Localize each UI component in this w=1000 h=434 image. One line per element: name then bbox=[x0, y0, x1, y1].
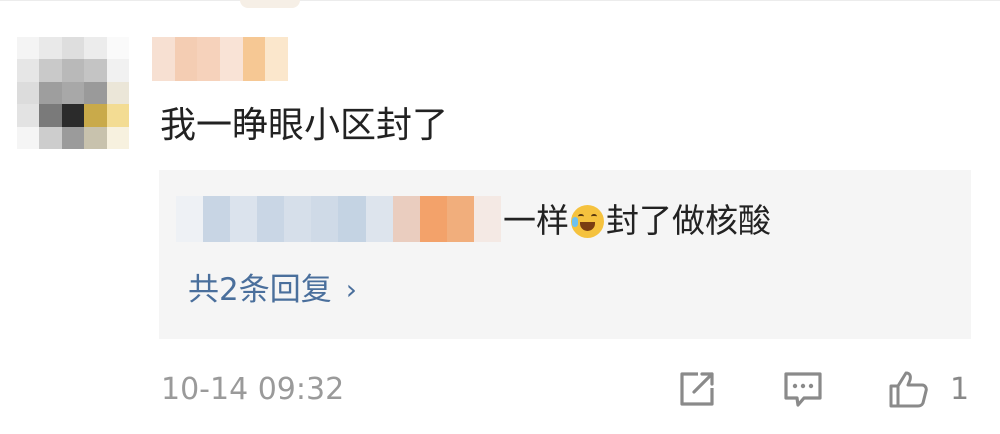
reply-text-part1: 一样 bbox=[503, 201, 569, 240]
laughing-crying-emoji-icon bbox=[571, 204, 604, 238]
top-divider bbox=[0, 0, 1000, 1]
username-blurred[interactable] bbox=[152, 37, 289, 81]
comment-text: 我一睁眼小区封了 bbox=[160, 105, 449, 146]
previous-item-edge bbox=[240, 0, 300, 8]
reply-text-part2: 封了做核酸 bbox=[606, 201, 771, 240]
view-replies-link[interactable]: 共2条回复 › bbox=[188, 267, 357, 313]
avatar[interactable] bbox=[17, 37, 129, 149]
chevron-right-icon: › bbox=[345, 273, 357, 306]
view-replies-label: 共2条回复 bbox=[188, 272, 332, 308]
reply-text: 一样 封了做核酸 bbox=[503, 196, 771, 246]
like-icon[interactable] bbox=[886, 366, 932, 412]
comment-icon[interactable] bbox=[780, 366, 826, 412]
reply-username-blurred[interactable] bbox=[176, 196, 501, 242]
comment-timestamp: 10-14 09:32 bbox=[161, 372, 345, 407]
share-icon[interactable] bbox=[674, 366, 720, 412]
like-count: 1 bbox=[950, 372, 970, 407]
